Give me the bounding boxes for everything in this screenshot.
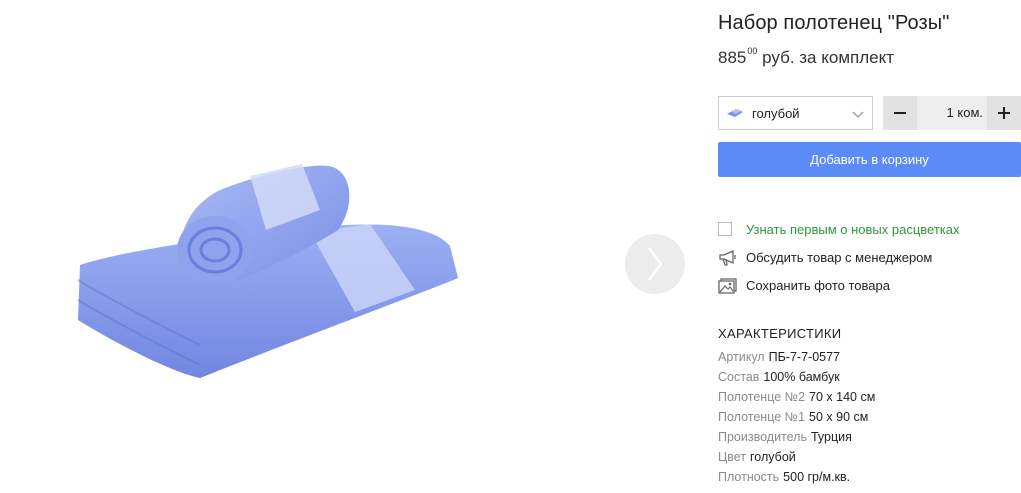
product-title: Набор полотенец "Розы" <box>718 12 950 34</box>
spec-label: Артикул <box>718 350 765 364</box>
spec-label: Плотность <box>718 470 780 484</box>
spec-row: Полотенце №1 50 x 90 см <box>718 410 1021 430</box>
color-select[interactable]: голубой <box>718 96 873 130</box>
spec-value: голубой <box>750 450 796 464</box>
quantity-value[interactable]: 1 ком. <box>917 105 983 120</box>
spec-row: Артикул ПБ-7-7-0577 <box>718 350 1021 370</box>
spec-row: Цвет голубой <box>718 450 1021 470</box>
chevron-right-icon <box>648 247 663 281</box>
quantity-number: 1 <box>946 105 954 120</box>
quantity-increase-button[interactable] <box>987 96 1021 130</box>
price-unit: руб. за комплект <box>762 48 894 67</box>
spec-value: 70 x 140 см <box>809 390 876 404</box>
towel-swatch-icon <box>727 109 743 117</box>
specs-list: Артикул ПБ-7-7-0577 Состав 100% бамбук Пол… <box>718 350 1021 490</box>
spec-value: Турция <box>810 430 852 444</box>
spec-row: Полотенце №2 70 x 140 см <box>718 390 1021 410</box>
specs-title: ХАРАКТЕРИСТИКИ <box>718 326 842 341</box>
spec-value: 100% бамбук <box>763 370 840 384</box>
quantity-stepper: 1 ком. <box>883 96 1021 130</box>
save-photo-link[interactable]: Сохранить фото товара <box>718 276 918 296</box>
notify-checkbox[interactable] <box>718 222 732 236</box>
minus-icon <box>894 112 906 114</box>
product-gallery <box>0 0 700 493</box>
spec-label: Производитель <box>718 430 807 444</box>
quantity-decrease-button[interactable] <box>883 96 917 130</box>
spec-label: Цвет <box>718 450 747 464</box>
notify-label: Узнать первым о новых расцветках <box>746 222 960 237</box>
save-photo-label: Сохранить фото товара <box>746 278 890 293</box>
discuss-label: Обсудить товар с менеджером <box>746 250 933 265</box>
discuss-with-manager-link[interactable]: Обсудить товар с менеджером <box>718 248 958 268</box>
price-main: 885 <box>718 48 747 67</box>
photo-icon <box>718 278 737 294</box>
plus-icon <box>998 107 1010 119</box>
spec-value: 500 гр/м.кв. <box>783 470 851 484</box>
add-to-cart-button[interactable]: Добавить в корзину <box>718 142 1021 177</box>
spec-row: Состав 100% бамбук <box>718 370 1021 390</box>
next-image-button[interactable] <box>625 234 685 294</box>
price-cents: 00 <box>747 46 758 56</box>
product-page: Набор полотенец "Розы" 88500 руб. за ком… <box>0 0 1021 493</box>
quantity-unit: ком. <box>957 105 983 120</box>
spec-value: ПБ-7-7-0577 <box>768 350 840 364</box>
notify-new-colors-option[interactable]: Узнать первым о новых расцветках <box>718 220 978 240</box>
color-select-value: голубой <box>752 106 800 121</box>
megaphone-icon <box>719 249 736 266</box>
spec-row: Производитель Турция <box>718 430 1021 450</box>
spec-label: Полотенце №2 <box>718 390 806 404</box>
price: 88500 руб. за комплект <box>718 46 894 68</box>
product-image <box>77 164 458 378</box>
chevron-down-icon <box>852 111 864 118</box>
spec-row: Плотность 500 гр/м.кв. <box>718 470 1021 490</box>
spec-label: Полотенце №1 <box>718 410 806 424</box>
spec-value: 50 x 90 см <box>809 410 869 424</box>
spec-label: Состав <box>718 370 760 384</box>
